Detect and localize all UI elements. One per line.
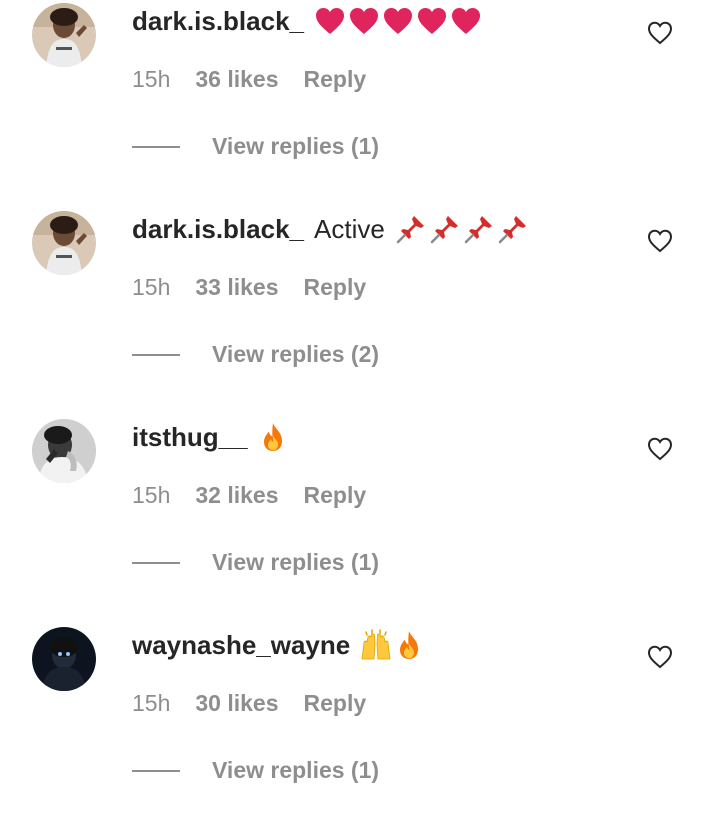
- reply-button[interactable]: Reply: [304, 66, 367, 93]
- comment-username[interactable]: dark.is.black_: [132, 214, 304, 245]
- comment-meta: 15h 32 likes Reply: [132, 482, 366, 509]
- reply-button[interactable]: Reply: [304, 690, 367, 717]
- avatar[interactable]: [32, 419, 96, 483]
- comment-username[interactable]: dark.is.black_: [132, 6, 304, 37]
- heart-outline-icon[interactable]: [647, 228, 673, 254]
- comment-emoji: [395, 213, 529, 245]
- comment-item: dark.is.black_ 15h 36 likes Reply View r…: [0, 0, 720, 208]
- comment-text: Active: [314, 213, 385, 244]
- replies-divider: [132, 145, 180, 148]
- comment-item: dark.is.black_ Active 15h 33 likes Reply…: [0, 208, 720, 416]
- comment-likes[interactable]: 36 likes: [195, 66, 278, 93]
- fire-icon: [400, 631, 419, 659]
- view-replies-button[interactable]: View replies (2): [132, 341, 379, 368]
- comment-likes[interactable]: 33 likes: [195, 274, 278, 301]
- heart-outline-icon[interactable]: [647, 644, 673, 670]
- comment-username[interactable]: itsthug__: [132, 422, 248, 453]
- avatar[interactable]: [32, 3, 96, 67]
- comment-time: 15h: [132, 690, 171, 716]
- comment-meta: 15h 30 likes Reply: [132, 690, 366, 717]
- comment-meta: 15h 33 likes Reply: [132, 274, 366, 301]
- pushpin-icon: [464, 216, 492, 244]
- replies-divider: [132, 353, 180, 356]
- view-replies-button[interactable]: View replies (1): [132, 757, 379, 784]
- comment-time: 15h: [132, 274, 171, 300]
- pushpin-icon: [396, 216, 424, 244]
- red-heart-icon: [316, 8, 344, 34]
- red-heart-icon: [350, 8, 378, 34]
- view-replies-button[interactable]: View replies (1): [132, 133, 379, 160]
- comment-emoji: [258, 421, 288, 453]
- reply-button[interactable]: Reply: [304, 274, 367, 301]
- reply-button[interactable]: Reply: [304, 482, 367, 509]
- comment-emoji: [314, 5, 482, 37]
- red-heart-icon: [452, 8, 480, 34]
- view-replies-button[interactable]: View replies (1): [132, 549, 379, 576]
- replies-divider: [132, 769, 180, 772]
- avatar[interactable]: [32, 627, 96, 691]
- view-replies-label: View replies (2): [212, 341, 380, 367]
- comment-item: itsthug__ 15h 32 likes Reply View replie…: [0, 416, 720, 624]
- comment-meta: 15h 36 likes Reply: [132, 66, 366, 93]
- pushpin-icon: [498, 216, 526, 244]
- raised-hands-icon: [361, 629, 391, 660]
- avatar[interactable]: [32, 211, 96, 275]
- comment-time: 15h: [132, 482, 171, 508]
- view-replies-label: View replies (1): [212, 757, 380, 783]
- heart-outline-icon[interactable]: [647, 20, 673, 46]
- pushpin-icon: [430, 216, 458, 244]
- view-replies-label: View replies (1): [212, 549, 380, 575]
- comment-likes[interactable]: 30 likes: [195, 690, 278, 717]
- red-heart-icon: [418, 8, 446, 34]
- heart-outline-icon[interactable]: [647, 436, 673, 462]
- comment-likes[interactable]: 32 likes: [195, 482, 278, 509]
- replies-divider: [132, 561, 180, 564]
- comment-time: 15h: [132, 66, 171, 92]
- red-heart-icon: [384, 8, 412, 34]
- comment-emoji: [360, 629, 424, 661]
- comment-item: waynashe_wayne 15h 30 likes Reply View r…: [0, 624, 720, 832]
- comment-username[interactable]: waynashe_wayne: [132, 630, 350, 661]
- fire-icon: [263, 423, 282, 451]
- view-replies-label: View replies (1): [212, 133, 380, 159]
